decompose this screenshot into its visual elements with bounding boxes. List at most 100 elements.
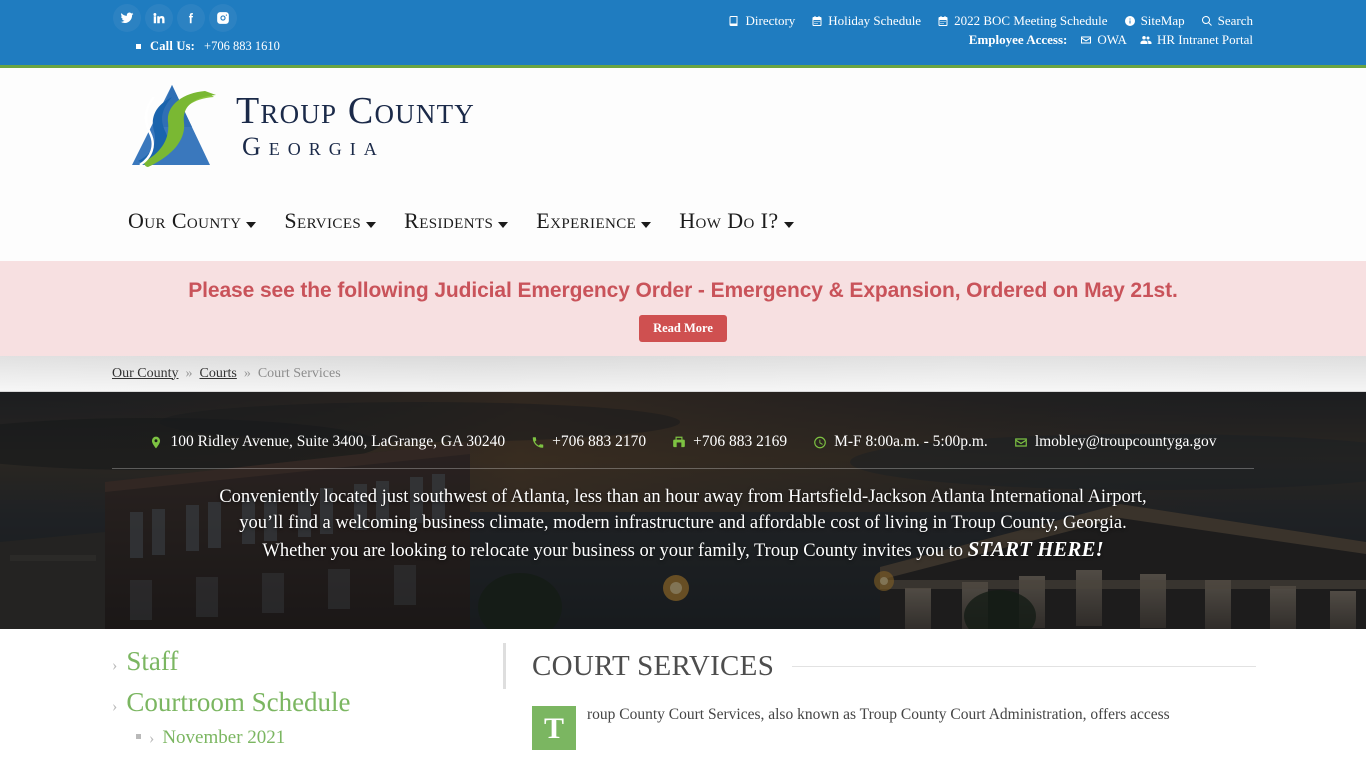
bullet-marker bbox=[136, 734, 141, 739]
utility-link-holiday-schedule[interactable]: Holiday Schedule bbox=[811, 13, 921, 29]
search-icon bbox=[1201, 15, 1212, 26]
hero-banner: 100 Ridley Avenue, Suite 3400, LaGrange,… bbox=[0, 392, 1366, 629]
page-content: › Staff › Courtroom Schedule › November … bbox=[0, 629, 1366, 750]
breadcrumb: Our County » Courts » Court Services bbox=[0, 356, 1366, 392]
hero-line-2: you’ll find a welcoming business climate… bbox=[239, 513, 1127, 533]
contact-phone-text: +706 883 2170 bbox=[552, 433, 647, 450]
emergency-alert-banner: Please see the following Judicial Emerge… bbox=[0, 261, 1366, 356]
breadcrumb-separator: » bbox=[185, 365, 193, 381]
hero-line-3: Whether you are looking to relocate your… bbox=[0, 536, 1366, 564]
clock-icon bbox=[814, 436, 826, 448]
users-icon bbox=[1140, 36, 1152, 44]
map-pin-icon bbox=[152, 436, 161, 448]
main-navigation: Our County Services Residents Experience… bbox=[128, 208, 794, 234]
logo-line-2: Georgia bbox=[242, 131, 385, 161]
nav-item-experience[interactable]: Experience bbox=[536, 208, 652, 234]
breadcrumb-item-our-county[interactable]: Our County bbox=[112, 366, 179, 382]
utility-label: SiteMap bbox=[1140, 13, 1185, 28]
utility-link-sitemap[interactable]: SiteMap bbox=[1124, 13, 1185, 29]
facebook-icon[interactable] bbox=[177, 4, 205, 32]
utility-link-hr-intranet-portal[interactable]: HR Intranet Portal bbox=[1140, 32, 1253, 48]
book-icon bbox=[729, 16, 738, 26]
intro-paragraph: T roup County Court Services, also known… bbox=[503, 702, 1256, 750]
calendar-icon bbox=[812, 16, 822, 26]
utility-links-row2: Employee Access: OWA HR Intranet Portal bbox=[969, 32, 1253, 48]
utility-label: Search bbox=[1217, 13, 1253, 28]
phone-icon bbox=[532, 436, 544, 448]
alert-message: Please see the following Judicial Emerge… bbox=[188, 279, 1178, 302]
envelope-icon bbox=[1081, 36, 1092, 44]
nav-label: Experience bbox=[536, 208, 637, 233]
nav-item-how-do-i[interactable]: How Do I? bbox=[679, 208, 794, 234]
twitter-icon[interactable] bbox=[113, 4, 141, 32]
utility-link-directory[interactable]: Directory bbox=[728, 13, 795, 29]
contact-address-text: 100 Ridley Avenue, Suite 3400, LaGrange,… bbox=[170, 433, 506, 450]
intro-paragraph-text: roup County Court Services, also known a… bbox=[587, 706, 1170, 723]
utility-link-search[interactable]: Search bbox=[1201, 13, 1253, 29]
section-sidebar: › Staff › Courtroom Schedule › November … bbox=[112, 643, 472, 752]
logo-line-1: Troup County bbox=[236, 89, 475, 132]
contact-email-text: lmobley@troupcountyga.gov bbox=[1034, 433, 1217, 450]
utility-links-row1: Directory Holiday Schedule 2022 BOC Meet… bbox=[728, 13, 1253, 29]
contact-fax[interactable]: +706 883 2169 bbox=[672, 433, 787, 451]
chevron-down-icon bbox=[783, 222, 794, 228]
chevron-down-icon bbox=[366, 222, 377, 228]
nav-item-our-county[interactable]: Our County bbox=[128, 208, 257, 234]
chevron-right-icon: › bbox=[112, 657, 118, 674]
nav-label: Services bbox=[284, 208, 362, 233]
utility-link-owa[interactable]: OWA bbox=[1080, 32, 1127, 48]
employee-access-label: Employee Access: bbox=[968, 32, 1068, 47]
utility-label: Holiday Schedule bbox=[828, 13, 922, 28]
contact-hours-text: M-F 8:00a.m. - 5:00p.m. bbox=[834, 433, 988, 450]
fax-icon bbox=[673, 436, 685, 447]
read-more-button[interactable]: Read More bbox=[639, 315, 727, 342]
breadcrumb-item-courts[interactable]: Courts bbox=[200, 366, 237, 382]
contact-address[interactable]: 100 Ridley Avenue, Suite 3400, LaGrange,… bbox=[149, 433, 505, 451]
breadcrumb-item-current: Court Services bbox=[257, 365, 341, 381]
top-utility-bar: Call Us: +706 883 1610 Directory Holiday… bbox=[0, 0, 1366, 68]
utility-link-boc-meeting-schedule[interactable]: 2022 BOC Meeting Schedule bbox=[937, 13, 1108, 29]
social-links bbox=[113, 4, 237, 32]
utility-label: OWA bbox=[1097, 32, 1127, 47]
drop-cap: T bbox=[532, 706, 576, 750]
nav-item-services[interactable]: Services bbox=[284, 208, 377, 234]
site-logo[interactable]: Troup County Georgia bbox=[110, 73, 475, 178]
logo-wordmark: Troup County Georgia bbox=[236, 92, 475, 160]
sidebar-subitem-label: November 2021 bbox=[162, 727, 286, 748]
utility-label: Directory bbox=[745, 13, 796, 28]
heading-rule bbox=[792, 665, 1256, 667]
chevron-down-icon bbox=[641, 222, 652, 228]
chevron-down-icon bbox=[246, 222, 257, 228]
instagram-icon[interactable] bbox=[209, 4, 237, 32]
start-here-emphasis: START HERE! bbox=[967, 537, 1104, 561]
utility-label: 2022 BOC Meeting Schedule bbox=[954, 13, 1108, 28]
hero-line-3-text: Whether you are looking to relocate your… bbox=[262, 541, 968, 561]
contact-email[interactable]: lmobley@troupcountyga.gov bbox=[1014, 433, 1217, 451]
nav-label: Our County bbox=[128, 208, 242, 233]
sidebar-item-staff[interactable]: › Staff bbox=[112, 643, 472, 684]
linkedin-icon[interactable] bbox=[145, 4, 173, 32]
breadcrumb-separator: » bbox=[243, 365, 251, 381]
sidebar-item-courtroom-schedule[interactable]: › Courtroom Schedule bbox=[112, 684, 472, 725]
sidebar-item-label: Courtroom Schedule bbox=[126, 687, 351, 717]
call-us-number[interactable]: +706 883 1610 bbox=[204, 39, 280, 54]
sidebar-subitem-november-2021[interactable]: › November 2021 bbox=[136, 725, 472, 752]
troup-county-logo-icon bbox=[132, 85, 216, 167]
hero-line-1: Conveniently located just southwest of A… bbox=[219, 487, 1147, 507]
envelope-icon bbox=[1014, 437, 1027, 447]
hero-divider bbox=[112, 468, 1254, 469]
sidebar-item-label: Staff bbox=[126, 646, 179, 676]
main-column: COURT SERVICES T roup County Court Servi… bbox=[503, 643, 1256, 750]
chevron-right-icon: › bbox=[149, 730, 155, 747]
contact-phone[interactable]: +706 883 2170 bbox=[531, 433, 646, 451]
call-us-label: Call Us: bbox=[150, 39, 196, 53]
site-header: Troup County Georgia Our County Services… bbox=[0, 68, 1366, 313]
nav-label: How Do I? bbox=[679, 208, 779, 233]
nav-item-residents[interactable]: Residents bbox=[404, 208, 509, 234]
page-title: COURT SERVICES bbox=[532, 649, 775, 682]
chevron-right-icon: › bbox=[112, 698, 118, 715]
call-us-block: Call Us: +706 883 1610 bbox=[136, 39, 280, 54]
bullet-marker bbox=[136, 44, 141, 49]
hero-description: Conveniently located just southwest of A… bbox=[0, 484, 1366, 564]
page-heading: COURT SERVICES bbox=[503, 643, 1256, 689]
